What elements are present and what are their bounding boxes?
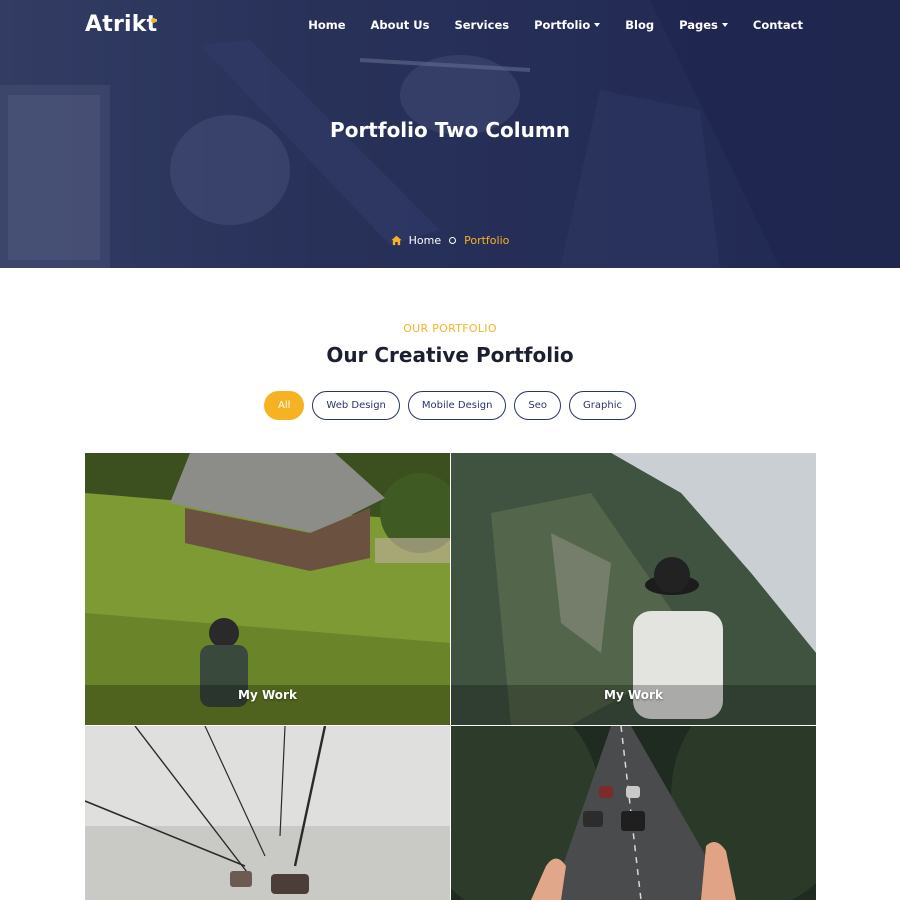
portfolio-item[interactable]: My Work <box>85 453 450 725</box>
portfolio-item[interactable] <box>85 726 450 900</box>
page-title: Portfolio Two Column <box>330 118 570 142</box>
cable-car-fog-photo <box>85 726 450 900</box>
nav-label: Portfolio <box>534 18 591 32</box>
forest-road-photo <box>451 726 816 900</box>
nav-item-about-us[interactable]: About Us <box>371 18 430 32</box>
breadcrumb-separator-icon <box>449 237 457 244</box>
cabin-meadow-photo <box>85 453 450 725</box>
nav-item-home[interactable]: Home <box>308 18 345 32</box>
nav-item-contact[interactable]: Contact <box>753 18 803 32</box>
filter-seo[interactable]: Seo <box>514 391 562 420</box>
nav-item-blog[interactable]: Blog <box>625 18 654 32</box>
caret-down-icon <box>594 23 601 27</box>
logo-text: Atrikt <box>85 12 158 37</box>
section-kicker: OUR PORTFOLIO <box>403 322 497 335</box>
filter-graphic[interactable]: Graphic <box>569 391 636 420</box>
breadcrumb-home-link[interactable]: Home <box>409 234 441 247</box>
nav-label: Services <box>454 18 510 32</box>
nav-item-pages[interactable]: Pages <box>679 18 728 32</box>
nav-label: Blog <box>625 18 655 32</box>
breadcrumb-current: Portfolio <box>464 234 510 247</box>
logo-dot <box>151 18 156 23</box>
portfolio-grid: My Work My Work <box>85 453 816 900</box>
nav-label: Pages <box>679 18 718 32</box>
nav-item-portfolio[interactable]: Portfolio <box>534 18 601 32</box>
portfolio-filters: All Web Design Mobile Design Seo Graphic <box>0 391 900 420</box>
mountain-hat-photo <box>451 453 816 725</box>
site-logo[interactable]: Atrikt <box>85 12 157 37</box>
portfolio-item[interactable] <box>451 726 816 900</box>
nav-label: About Us <box>370 18 430 32</box>
nav-label: Home <box>308 18 346 32</box>
home-icon <box>391 235 402 246</box>
caret-down-icon <box>721 23 728 27</box>
portfolio-item[interactable]: My Work <box>451 453 816 725</box>
portfolio-item-label: My Work <box>238 688 297 702</box>
breadcrumb: Home Portfolio <box>0 234 900 247</box>
nav-label: Contact <box>752 18 803 32</box>
main-nav: Home About Us Services Portfolio Blog Pa… <box>283 18 803 32</box>
section-title: Our Creative Portfolio <box>326 343 574 367</box>
filter-mobile-design[interactable]: Mobile Design <box>407 391 507 420</box>
filter-web-design[interactable]: Web Design <box>312 391 400 420</box>
page-header-hero: Atrikt Home About Us Services Portfolio … <box>0 0 900 268</box>
filter-all[interactable]: All <box>263 391 305 420</box>
portfolio-item-label: My Work <box>604 688 663 702</box>
nav-item-services[interactable]: Services <box>454 18 509 32</box>
